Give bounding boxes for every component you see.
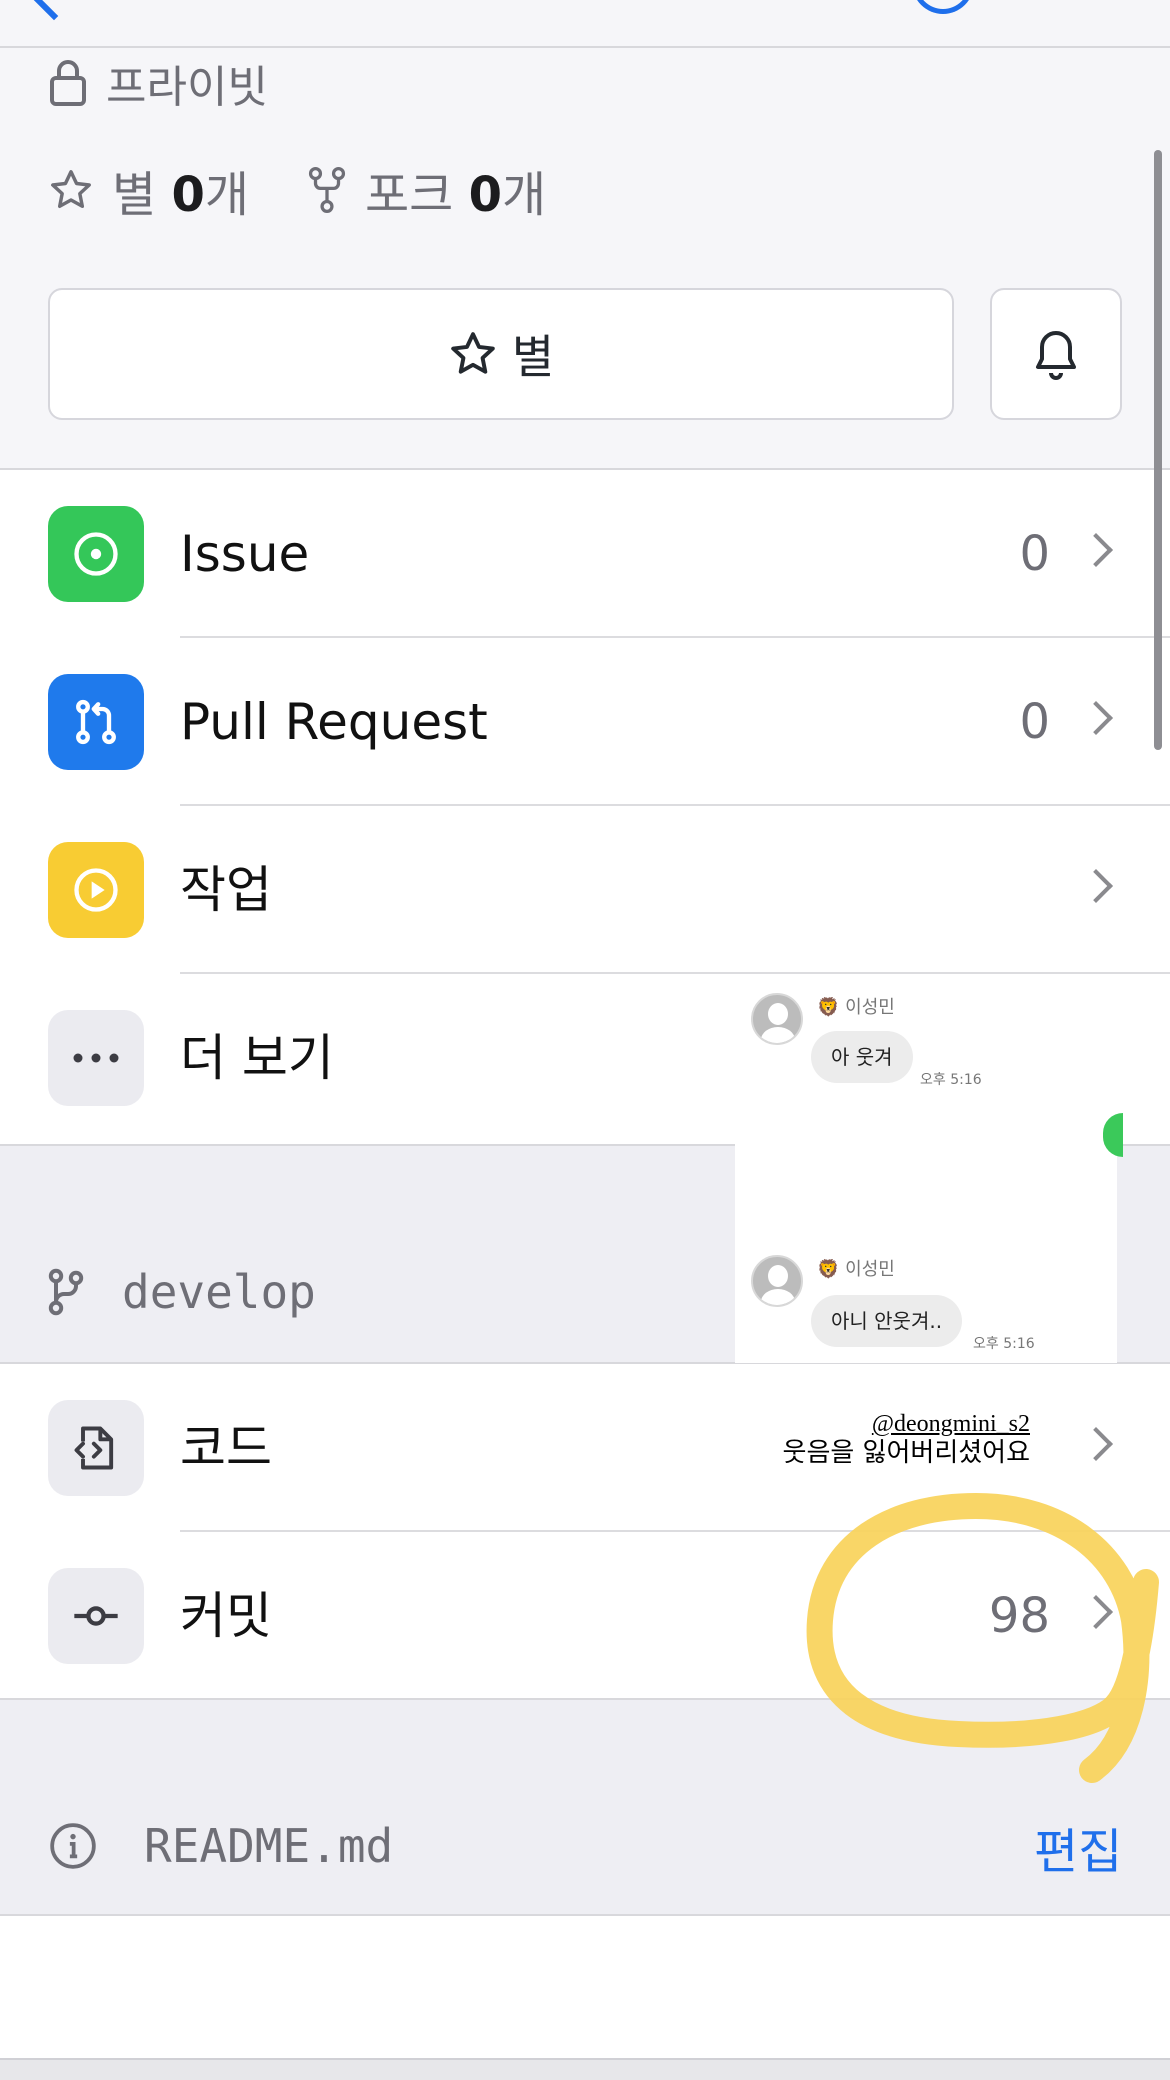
branch-name: develop (122, 1265, 316, 1319)
story-caption: @deongmini_s2 웃음을 잃어버리셨어요 (760, 1410, 1030, 1468)
commits-label: 커밋 (180, 1587, 272, 1645)
profile-ring-icon[interactable] (912, 0, 974, 14)
forks-label: 포크 (365, 167, 454, 223)
ellipsis-icon (73, 1053, 119, 1063)
fork-icon (308, 167, 346, 213)
caption-text: 웃음을 잃어버리셨어요 (782, 1438, 1030, 1468)
pull-request-count: 0 (1019, 694, 1050, 750)
issue-icon (74, 532, 118, 576)
branch-selector[interactable]: develop (48, 1262, 316, 1322)
actions-label: 작업 (180, 861, 272, 919)
pull-request-label: Pull Request (180, 693, 488, 751)
code-file-icon (74, 1426, 114, 1470)
list-item-commits[interactable]: 커밋 98 (0, 1532, 1170, 1700)
back-chevron-icon[interactable] (25, 0, 83, 21)
chat-bubble: 아 웃겨 (811, 1031, 913, 1083)
readme-filename: README.md (144, 1819, 394, 1873)
bottom-bar (0, 2058, 1170, 2080)
star-button-label: 별 (511, 330, 555, 384)
visibility-label: 프라이빗 (106, 62, 268, 113)
actions-tile (48, 842, 144, 938)
commit-icon (74, 1606, 118, 1626)
chat-timestamp: 오후 5:16 (973, 1336, 1035, 1352)
stars-label: 별 (112, 167, 157, 223)
chevron-right-icon (1079, 701, 1113, 735)
chevron-right-icon (1079, 1427, 1113, 1461)
readme-header-band (0, 1700, 1170, 1916)
commits-count: 98 (988, 1588, 1050, 1644)
chat-screenshot-overlay: 🦁 이성민 아 웃겨 오후 5:16 🦁 이성민 아니 안웃겨.. 오후 5:1… (735, 985, 1123, 1363)
user-handle: @deongmini_s2 (871, 1411, 1030, 1437)
star-button[interactable]: 별 (48, 288, 954, 420)
chat-sender-name: 🦁 이성민 (817, 1259, 895, 1280)
chat-bubble: 아니 안웃겨.. (811, 1295, 963, 1347)
navigation-bar (0, 0, 1170, 48)
code-tile (48, 1400, 144, 1496)
chat-timestamp: 오후 5:16 (920, 1072, 982, 1088)
star-outline-icon (451, 332, 495, 374)
stars-suffix: 개 (204, 167, 250, 223)
more-tile (48, 1010, 144, 1106)
play-circle-icon (74, 868, 118, 912)
scrollbar[interactable] (1154, 150, 1162, 750)
forks-stat[interactable]: 포크 0개 (307, 155, 546, 225)
list-item-pull-request[interactable]: Pull Request 0 (0, 638, 1170, 806)
commits-tile (48, 1568, 144, 1664)
more-label: 더 보기 (180, 1029, 334, 1087)
stars-count: 0 (171, 167, 205, 223)
readme-header: README.md (48, 1816, 393, 1876)
list-item-actions[interactable]: 작업 (0, 806, 1170, 974)
bell-icon (1036, 331, 1076, 380)
stars-stat[interactable]: 별 0개 (48, 155, 249, 225)
avatar (751, 993, 803, 1045)
chat-sender-name: 🦁 이성민 (817, 997, 895, 1018)
issue-label: Issue (180, 525, 310, 583)
pull-request-icon (76, 699, 116, 745)
sent-bubble-edge (1103, 1113, 1123, 1157)
branch-icon (48, 1268, 84, 1316)
code-label: 코드 (180, 1419, 272, 1477)
issue-tile (48, 506, 144, 602)
avatar (751, 1255, 803, 1307)
chevron-right-icon (1079, 869, 1113, 903)
lock-icon (50, 60, 86, 106)
notifications-button[interactable] (990, 288, 1122, 420)
pull-request-tile (48, 674, 144, 770)
repo-stats: 별 0개 포크 0개 (48, 160, 604, 223)
star-outline-icon (51, 170, 91, 209)
issue-count: 0 (1019, 526, 1050, 582)
readme-content (0, 1916, 1170, 2058)
chevron-right-icon (1079, 533, 1113, 567)
forks-count: 0 (468, 167, 503, 223)
visibility-indicator: 프라이빗 (48, 55, 268, 113)
edit-readme-button[interactable]: 편집 (1034, 1812, 1122, 1882)
list-item-issue[interactable]: Issue 0 (0, 470, 1170, 638)
chevron-right-icon (1079, 1595, 1113, 1629)
info-icon (50, 1823, 96, 1869)
forks-suffix: 개 (502, 167, 547, 223)
